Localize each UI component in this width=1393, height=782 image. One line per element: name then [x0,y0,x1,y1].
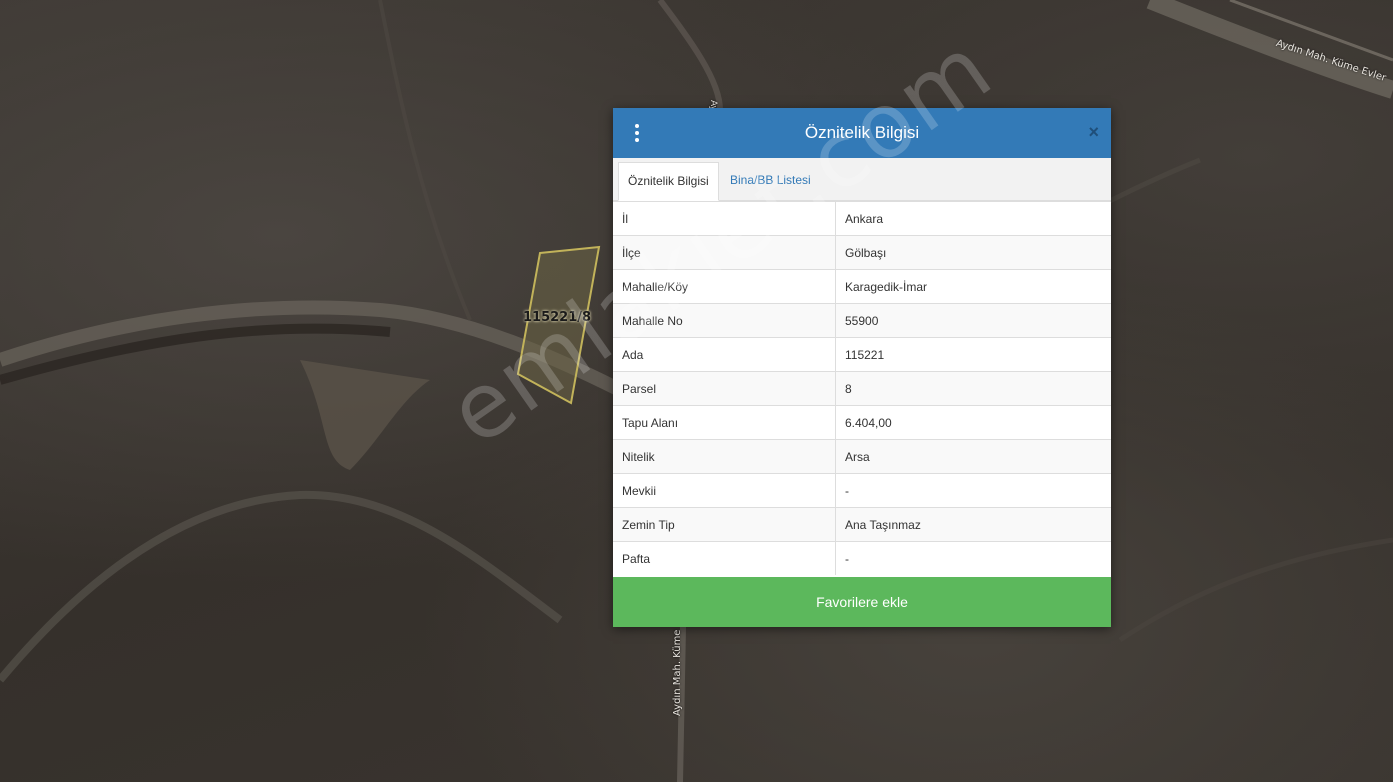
table-row: Ada 115221 [613,337,1111,372]
row-value: 115221 [835,337,1111,372]
table-row: Mahalle/Köy Karagedik-İmar [613,269,1111,304]
dialog-title: Öznitelik Bilgisi [804,123,920,142]
tab-bar: Öznitelik Bilgisi Bina/BB Listesi [613,158,1111,201]
parcel-label[interactable]: 115221/8 [523,310,591,325]
row-key: Tapu Alanı [613,405,836,440]
row-value: - [835,473,1111,508]
row-value: - [835,541,1111,575]
add-favorite-button[interactable]: Favorilere ekle [613,577,1111,627]
table-row: Mevkii - [613,473,1111,508]
tab-attributes[interactable]: Öznitelik Bilgisi [618,162,719,201]
row-key: Parsel [613,371,836,406]
table-row: İlçe Gölbaşı [613,235,1111,270]
row-key: Pafta [613,541,836,575]
row-value: Karagedik-İmar [835,269,1111,304]
table-row: Mahalle No 55900 [613,303,1111,338]
vertical-dots-icon[interactable] [631,124,643,142]
row-value: Ankara [835,201,1111,236]
row-value: Gölbaşı [835,235,1111,270]
row-key: Mevkii [613,473,836,508]
row-key: Mahalle/Köy [613,269,836,304]
close-icon[interactable]: × [1088,122,1099,142]
road-label: Aydın Mah. Küme [672,629,683,716]
row-value: Ana Taşınmaz [835,507,1111,542]
tab-building-list[interactable]: Bina/BB Listesi [721,162,820,199]
table-row: Nitelik Arsa [613,439,1111,474]
row-value: 6.404,00 [835,405,1111,440]
row-key: Nitelik [613,439,836,474]
attribute-table: İl Ankara İlçe Gölbaşı Mahalle/Köy Karagedi… [613,201,1111,575]
table-row: Zemin Tip Ana Taşınmaz [613,507,1111,542]
row-value: 55900 [835,303,1111,338]
row-value: 8 [835,371,1111,406]
table-row: Parsel 8 [613,371,1111,406]
row-value: Arsa [835,439,1111,474]
table-row: İl Ankara [613,201,1111,236]
row-key: Zemin Tip [613,507,836,542]
table-row: Pafta - [613,541,1111,575]
dialog-header: Öznitelik Bilgisi × [613,108,1111,158]
row-key: İlçe [613,235,836,270]
table-row: Tapu Alanı 6.404,00 [613,405,1111,440]
row-key: Mahalle No [613,303,836,338]
row-key: Ada [613,337,836,372]
attribute-dialog: Öznitelik Bilgisi × Öznitelik Bilgisi Bi… [613,108,1111,627]
row-key: İl [613,201,836,236]
